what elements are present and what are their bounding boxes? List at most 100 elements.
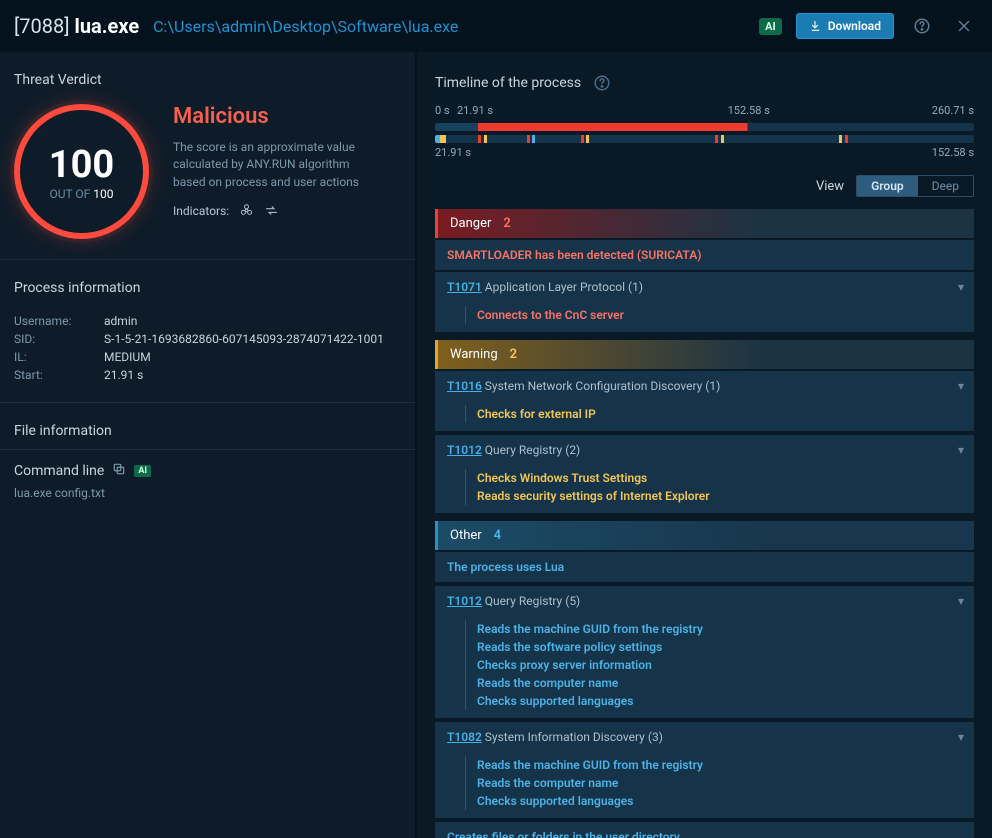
category-danger: Danger 2 (435, 209, 974, 238)
kv-key: IL: (14, 350, 104, 364)
category-title: Warning (450, 347, 498, 362)
verdict-description: The score is an approximate value calcul… (173, 139, 383, 191)
category-count: 2 (510, 347, 517, 362)
score-outof-max: 100 (93, 187, 113, 201)
entry-sub: Checks for external IP (435, 399, 974, 431)
ai-badge[interactable]: AI (759, 18, 782, 35)
category-warning: Warning 2 (435, 340, 974, 369)
warning-entry[interactable]: T1016 System Network Configuration Disco… (435, 371, 974, 401)
other-entry[interactable]: T1012 Query Registry (5) ▾ (435, 586, 974, 616)
technique-label: Query Registry (2) (482, 443, 580, 457)
download-button[interactable]: Download (796, 13, 894, 39)
technique-label: System Network Configuration Discovery (… (482, 379, 721, 393)
kv-row: IL:MEDIUM (14, 348, 401, 366)
file-info-title[interactable]: File information (0, 403, 415, 449)
tl-label: 260.71 s (932, 104, 974, 117)
view-toggle[interactable]: Group Deep (856, 175, 974, 197)
help-button[interactable] (908, 12, 936, 40)
technique-link[interactable]: T1082 (447, 730, 482, 744)
help-icon[interactable] (593, 74, 611, 92)
sub-line[interactable]: Reads the software policy settings (465, 638, 962, 656)
sub-line[interactable]: Checks supported languages (465, 692, 962, 710)
copy-icon (112, 462, 126, 476)
kv-val: 21.91 s (104, 368, 143, 382)
kv-val: admin (104, 314, 137, 328)
sub-line[interactable]: Checks supported languages (465, 792, 962, 810)
technique-link[interactable]: T1012 (447, 443, 482, 457)
danger-entry[interactable]: SMARTLOADER has been detected (SURICATA) (435, 240, 974, 270)
sub-line[interactable]: Checks proxy server information (465, 656, 962, 674)
kv-row: Username:admin (14, 312, 401, 330)
timeline-title: Timeline of the process (435, 75, 581, 91)
chevron-down-icon[interactable]: ▾ (958, 379, 964, 393)
entry-sub: Reads the machine GUID from the registry… (435, 750, 974, 818)
view-label: View (816, 179, 844, 194)
verdict-block: 100 OUT OF 100 Malicious The score is an… (0, 98, 415, 259)
category-other: Other 4 (435, 521, 974, 550)
verdict-text: Malicious The score is an approximate va… (173, 104, 383, 239)
command-line-header: Command line AI (0, 450, 415, 486)
danger-entry[interactable]: T1071 Application Layer Protocol (1) ▾ (435, 272, 974, 302)
copy-button[interactable] (112, 462, 126, 480)
technique-link[interactable]: T1012 (447, 594, 482, 608)
chevron-down-icon[interactable]: ▾ (958, 280, 964, 294)
sub-line[interactable]: Checks for external IP (465, 405, 962, 423)
kv-val: S-1-5-21-1693682860-607145093-2874071422… (104, 332, 384, 346)
technique-link[interactable]: T1071 (447, 280, 482, 294)
sub-line[interactable]: Reads the machine GUID from the registry (465, 756, 962, 774)
kv-row: SID:S-1-5-21-1693682860-607145093-287407… (14, 330, 401, 348)
score-value: 100 (49, 143, 114, 187)
other-entry[interactable]: T1082 System Information Discovery (3) ▾ (435, 722, 974, 752)
warning-entry[interactable]: T1012 Query Registry (2) ▾ (435, 435, 974, 465)
command-line-title: Command line (14, 463, 104, 479)
process-path: C:\Users\admin\Desktop\Software\lua.exe (153, 17, 745, 36)
sub-line[interactable]: Reads the computer name (465, 774, 962, 792)
process-info: Username:admin SID:S-1-5-21-1693682860-6… (0, 306, 415, 402)
swap-icon (264, 203, 279, 218)
process-name: lua.exe (75, 14, 140, 38)
entry-sub: Reads the machine GUID from the registry… (435, 614, 974, 718)
tl-label: 21.91 s (457, 104, 493, 117)
kv-key: Username: (14, 314, 104, 328)
view-group-button[interactable]: Group (857, 176, 918, 196)
close-button[interactable] (950, 12, 978, 40)
threat-verdict-title: Threat Verdict (0, 52, 415, 98)
close-icon (955, 17, 973, 35)
sub-line[interactable]: Connects to the CnC server (465, 306, 962, 324)
left-panel: Threat Verdict 100 OUT OF 100 Malicious … (0, 52, 415, 838)
ai-mini-badge[interactable]: AI (134, 465, 151, 477)
kv-key: SID: (14, 332, 104, 346)
sub-line[interactable]: Checks Windows Trust Settings (465, 469, 962, 487)
other-entry[interactable]: The process uses Lua (435, 552, 974, 582)
timeline-bar-overview[interactable] (435, 123, 974, 131)
category-count: 4 (494, 528, 501, 543)
category-count: 2 (503, 216, 510, 231)
command-line-text: lua.exe config.txt (0, 486, 415, 500)
kv-key: Start: (14, 368, 104, 382)
score-outof-prefix: OUT OF (49, 187, 93, 201)
timeline-bar-detail[interactable] (435, 135, 974, 143)
score-ring: 100 OUT OF 100 (14, 104, 149, 239)
other-entry[interactable]: Creates files or folders in the user dir… (435, 822, 974, 838)
view-toggle-row: View Group Deep (435, 159, 974, 209)
sub-line[interactable]: Reads security settings of Internet Expl… (465, 487, 962, 505)
score-outof: OUT OF 100 (49, 187, 113, 201)
sub-line[interactable]: Reads the computer name (465, 674, 962, 692)
title-bar: [7088] lua.exe C:\Users\admin\Desktop\So… (0, 0, 992, 52)
entry-sub: Connects to the CnC server (435, 300, 974, 332)
technique-link[interactable]: T1016 (447, 379, 482, 393)
tl-label: 152.58 s (932, 146, 974, 159)
process-info-title: Process information (0, 260, 415, 306)
category-title: Danger (450, 216, 491, 231)
technique-label: Query Registry (5) (482, 594, 580, 608)
timeline-top-labels: 0 s 21.91 s 152.58 s 260.71 s (435, 104, 974, 120)
view-deep-button[interactable]: Deep (918, 176, 973, 196)
download-icon (809, 20, 822, 33)
timeline-header: Timeline of the process (435, 52, 974, 104)
chevron-down-icon[interactable]: ▾ (958, 443, 964, 457)
right-panel: Timeline of the process 0 s 21.91 s 152.… (415, 52, 992, 838)
chevron-down-icon[interactable]: ▾ (958, 594, 964, 608)
chevron-down-icon[interactable]: ▾ (958, 730, 964, 744)
sub-line[interactable]: Reads the machine GUID from the registry (465, 620, 962, 638)
technique-label: Application Layer Protocol (1) (482, 280, 643, 294)
